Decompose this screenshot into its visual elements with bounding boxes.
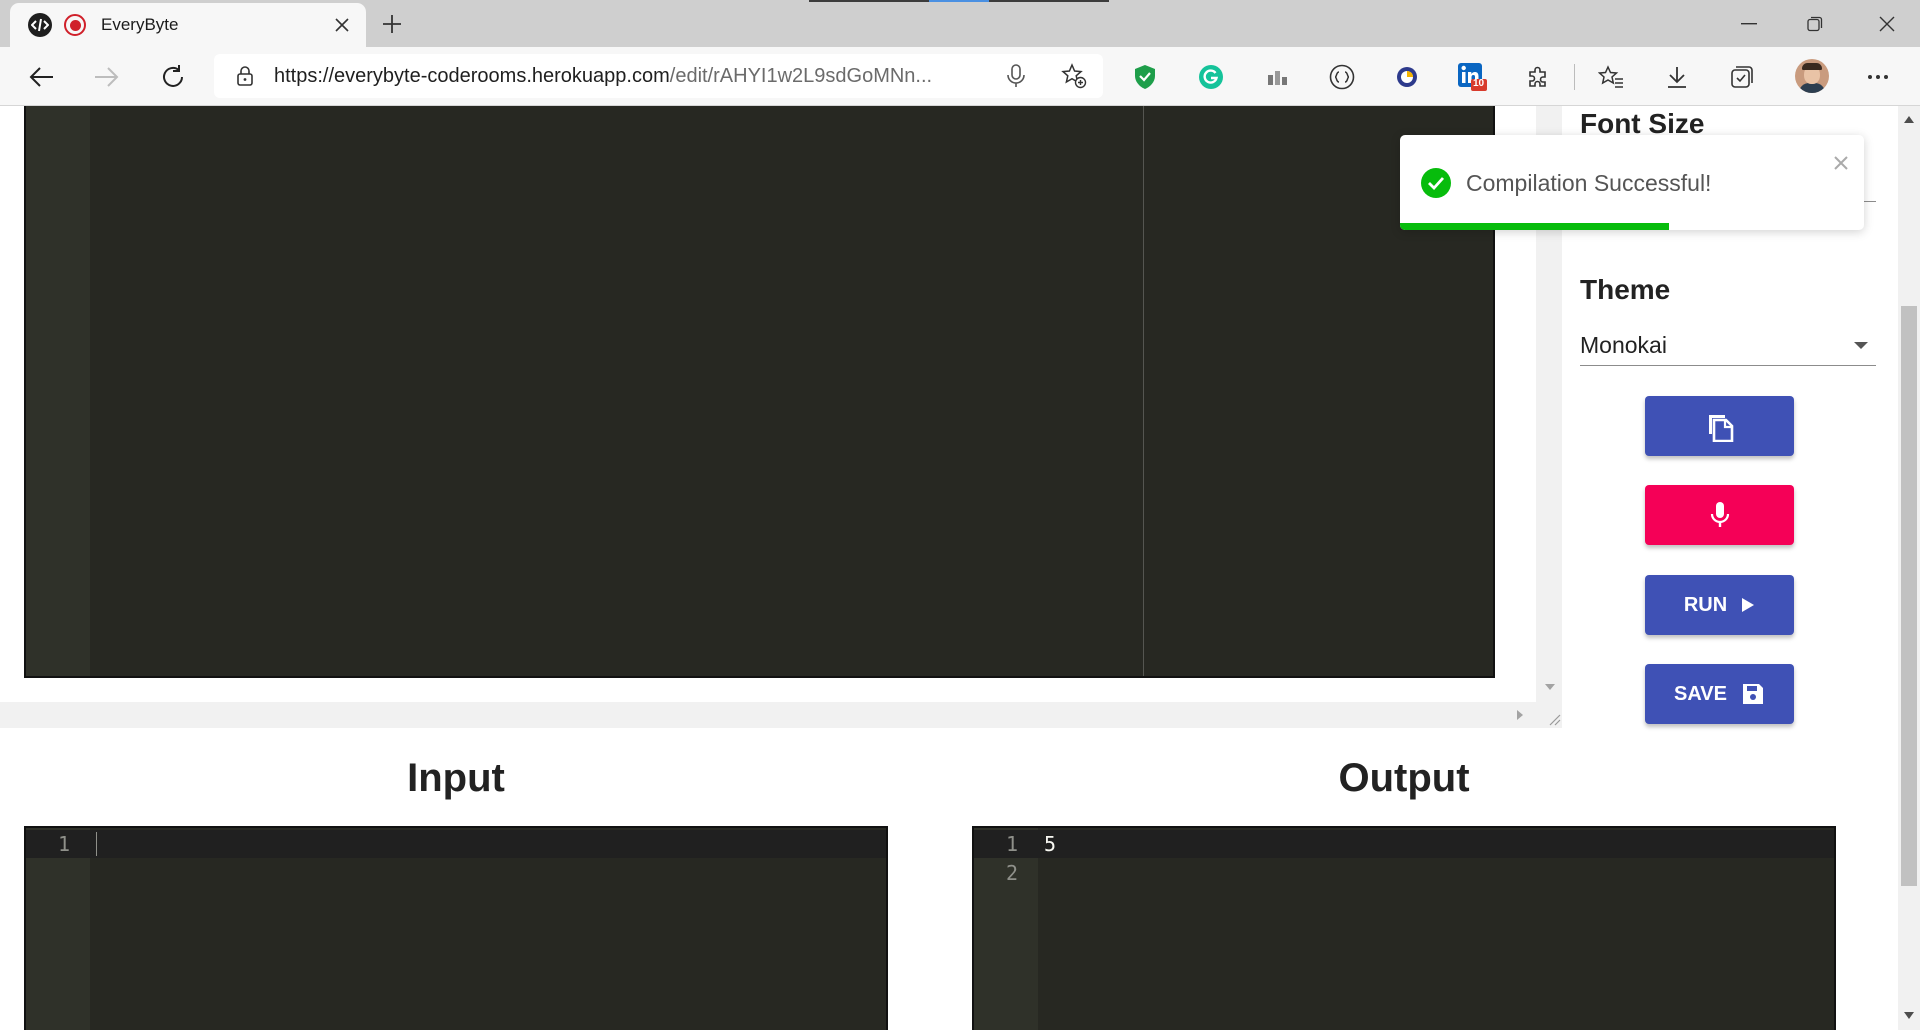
code-editor[interactable] (24, 106, 1495, 678)
linkedin-icon[interactable]: 10 (1457, 62, 1487, 92)
tab-title: EveryByte (101, 15, 179, 34)
input-line-number: 1 (57, 832, 70, 856)
refresh-button[interactable] (156, 60, 190, 94)
editor-horizontal-scrollbar[interactable] (0, 702, 1562, 728)
page-scrollbar[interactable] (1898, 106, 1920, 1030)
new-tab-button[interactable] (377, 9, 407, 39)
input-gutter (26, 828, 90, 1030)
page-scroll-thumb[interactable] (1901, 306, 1917, 886)
page-scroll-down-icon[interactable] (1904, 1012, 1914, 1019)
profile-avatar[interactable] (1795, 59, 1829, 93)
run-button[interactable]: RUN (1645, 575, 1794, 635)
play-icon (1742, 598, 1755, 612)
success-toast[interactable]: Compilation Successful! (1400, 135, 1864, 230)
url-host: https://everybyte-coderooms.herokuapp.co… (274, 64, 670, 87)
more-options-icon[interactable] (1863, 62, 1893, 92)
save-button[interactable]: SAVE (1645, 664, 1794, 724)
url-path: /edit/rAHYI1w2L9sdGoMNn... (669, 64, 933, 87)
everybyte-favicon-icon (28, 13, 52, 37)
microphone-icon (1710, 502, 1729, 527)
bracket-icon[interactable] (1327, 62, 1357, 92)
scroll-down-arrow-icon[interactable] (1545, 684, 1555, 690)
output-line-number: 2 (1005, 861, 1018, 885)
voice-search-icon[interactable] (1005, 64, 1027, 88)
output-title: Output (1338, 756, 1470, 800)
close-tab-icon[interactable] (330, 13, 354, 37)
restore-button[interactable] (1782, 0, 1848, 47)
address-bar[interactable]: https://everybyte-coderooms.herokuapp.co… (214, 54, 1103, 98)
theme-value: Monokai (1580, 332, 1667, 358)
favorites-icon[interactable] (1596, 62, 1626, 92)
success-check-icon (1421, 168, 1451, 198)
dropdown-caret-icon (1854, 342, 1868, 349)
linkedin-badge: 10 (1473, 78, 1485, 89)
close-window-button[interactable] (1854, 0, 1920, 47)
puzzle-icon[interactable] (1523, 62, 1553, 92)
forward-button[interactable] (90, 60, 124, 94)
downloads-icon[interactable] (1662, 62, 1692, 92)
output-gutter (974, 828, 1038, 1030)
page-content: Font Size Theme Monokai RUN SAVE Compila… (0, 106, 1920, 1030)
output-line-number: 1 (1005, 832, 1018, 856)
browser-toolbar: https://everybyte-coderooms.herokuapp.co… (0, 47, 1920, 106)
back-button[interactable] (24, 60, 58, 94)
save-icon (1742, 684, 1763, 704)
browser-tab[interactable]: EveryByte (10, 3, 366, 47)
toast-progress-bar (1400, 223, 1670, 230)
input-title: Input (407, 756, 505, 800)
scroll-right-arrow-icon[interactable] (1517, 710, 1523, 720)
save-label: SAVE (1674, 682, 1727, 705)
chart-icon[interactable] (1263, 62, 1293, 92)
input-cursor (96, 832, 97, 856)
minimize-button[interactable] (1716, 0, 1782, 47)
output-line-text: 5 (1044, 832, 1057, 856)
output-editor[interactable]: 1 2 5 (972, 826, 1836, 1030)
copy-button[interactable] (1645, 396, 1794, 456)
voice-input-button[interactable] (1645, 485, 1794, 545)
circle-app-icon[interactable] (1392, 62, 1422, 92)
run-label: RUN (1683, 593, 1728, 616)
editor-gutter (26, 106, 90, 676)
resize-grip-icon[interactable] (1547, 712, 1561, 726)
input-active-line (26, 830, 886, 858)
tab-strip: EveryByte (0, 0, 1920, 47)
output-active-line (974, 830, 1834, 858)
copy-icon (1708, 415, 1733, 442)
url-text[interactable]: https://everybyte-coderooms.herokuapp.co… (274, 65, 932, 88)
theme-select[interactable]: Monokai (1580, 320, 1876, 366)
input-editor[interactable]: 1 (24, 826, 888, 1030)
code-editor-area (0, 106, 1562, 728)
toast-close-icon[interactable] (1832, 154, 1850, 172)
collections-icon[interactable] (1727, 62, 1757, 92)
toast-message: Compilation Successful! (1466, 170, 1712, 196)
page-scroll-up-icon[interactable] (1904, 116, 1914, 123)
grammarly-icon[interactable] (1196, 62, 1226, 92)
toolbar-divider (1574, 64, 1575, 90)
print-margin-line (1143, 106, 1144, 676)
shield-icon[interactable] (1130, 62, 1160, 92)
add-favorite-icon[interactable] (1061, 63, 1087, 89)
recording-icon (64, 14, 86, 36)
theme-label: Theme (1580, 274, 1671, 305)
loading-indicator (809, 0, 1109, 2)
lock-icon[interactable] (234, 65, 256, 87)
